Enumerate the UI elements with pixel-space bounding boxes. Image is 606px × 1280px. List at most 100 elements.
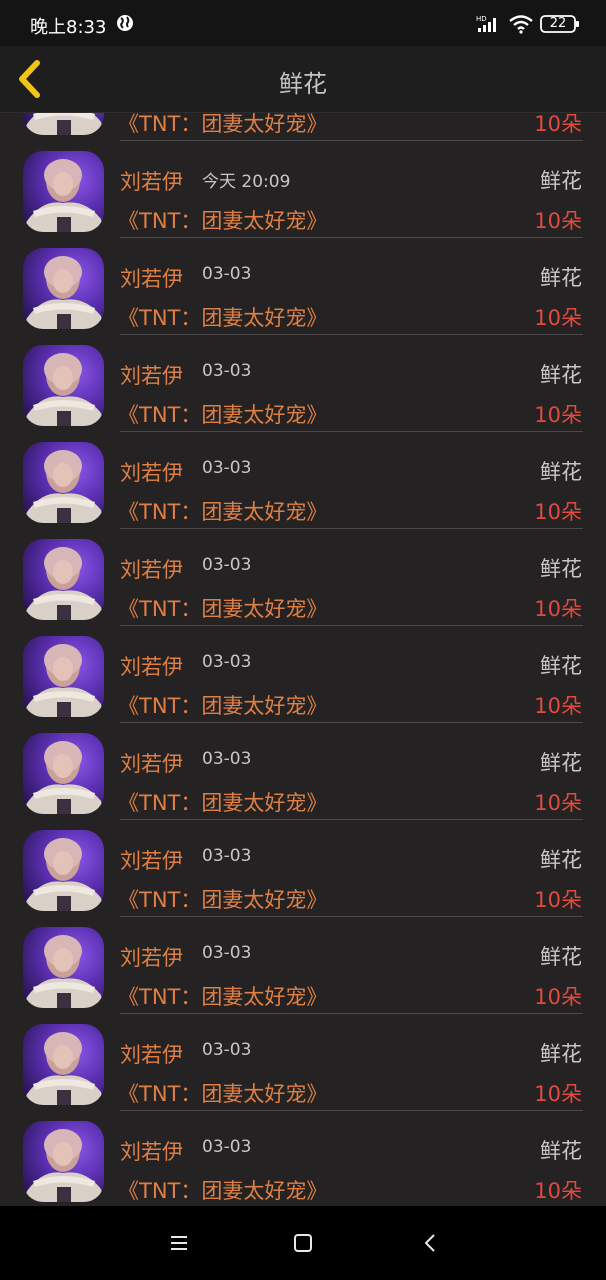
- gift-count: 10朵: [534, 403, 582, 427]
- gift-row[interactable]: 刘若伊 03-03 鲜花 《TNT：团妻太好宠》 10朵: [0, 1015, 606, 1112]
- gift-count: 10朵: [534, 985, 582, 1009]
- gift-row[interactable]: 刘若伊 今天 20:09 鲜花《TNT：团妻太好宠》 10朵: [0, 142, 606, 239]
- row-divider: [120, 1013, 583, 1014]
- avatar[interactable]: [23, 636, 104, 717]
- status-time: 晚上8:33: [30, 17, 107, 38]
- avatar[interactable]: [23, 539, 104, 620]
- gift-count: 10朵: [534, 888, 582, 912]
- row-divider: [120, 140, 583, 141]
- sender-name: 刘若伊: [120, 267, 183, 291]
- gift-date: 03-03: [202, 264, 252, 284]
- row-divider: [120, 1110, 583, 1111]
- gift-row[interactable]: 刘若伊 03-03 鲜花《TNT：团妻太好宠》 10朵: [0, 336, 606, 433]
- row-divider: [120, 625, 583, 626]
- book-title: 《TNT：团妻太好宠》: [118, 1082, 328, 1106]
- row-divider: [120, 237, 583, 238]
- gift-type-label: 鲜花: [540, 945, 582, 969]
- gift-count: 10朵: [534, 1082, 582, 1106]
- sender-name: 刘若伊: [120, 946, 183, 970]
- avatar[interactable]: [23, 248, 104, 329]
- gift-type-label: 鲜花: [540, 169, 582, 193]
- gift-row[interactable]: 刘若伊 03-03 鲜花 《TNT：团妻太好宠》 10朵: [0, 530, 606, 627]
- gift-count: 10朵: [534, 113, 582, 136]
- gift-row[interactable]: 刘若伊 03-03 鲜花 《TNT：团妻太好宠》 10朵: [0, 1112, 606, 1206]
- gift-type-label: 鲜花: [540, 557, 582, 581]
- book-title: 《TNT：团妻太好宠》: [118, 694, 328, 718]
- gift-row[interactable]: 刘若伊 03-03 鲜花《TNT：团妻太好宠》 10朵: [0, 918, 606, 1015]
- avatar[interactable]: [23, 830, 104, 911]
- gift-type-label: 鲜花: [540, 460, 582, 484]
- back-triangle-icon[interactable]: [416, 1228, 446, 1258]
- book-title: 《TNT：团妻太好宠》: [118, 791, 328, 815]
- gift-type-label: 鲜花: [540, 848, 582, 872]
- book-title: 《TNT：团妻太好宠》: [118, 1179, 328, 1203]
- gift-type-label: 鲜花: [540, 1139, 582, 1163]
- gift-type-label: 鲜花: [540, 363, 582, 387]
- gift-count: 10朵: [534, 306, 582, 330]
- row-divider: [120, 431, 583, 432]
- gift-row[interactable]: 刘若伊 03-03 鲜花《TNT：团妻太好宠》 10朵: [0, 239, 606, 336]
- avatar[interactable]: [23, 733, 104, 814]
- gift-row[interactable]: 刘若伊 03-03 鲜花 《TNT：团妻太好宠》 10朵: [0, 724, 606, 821]
- page-title: 鲜花: [279, 70, 327, 98]
- book-title: 《TNT：团妻太好宠》: [118, 888, 328, 912]
- row-divider: [120, 819, 583, 820]
- app-header: 鲜花: [0, 46, 606, 113]
- avatar[interactable]: [23, 345, 104, 426]
- sender-name: 刘若伊: [120, 849, 183, 873]
- sender-name: 刘若伊: [120, 752, 183, 776]
- globe-icon: [117, 15, 133, 31]
- gift-row[interactable]: 刘若伊 03-03 鲜花《TNT：团妻太好宠》 10朵: [0, 627, 606, 724]
- gift-count: 10朵: [534, 209, 582, 233]
- avatar[interactable]: [23, 151, 104, 232]
- hd-signal-icon: HD: [476, 15, 496, 32]
- gift-list: 刘若伊《TNT：团妻太好宠》10朵 刘若伊今天 20:09鲜花《TNT：团妻太好…: [0, 113, 606, 1206]
- gift-count: 10朵: [534, 597, 582, 621]
- gift-count: 10朵: [534, 1179, 582, 1203]
- gift-count: 10朵: [534, 500, 582, 524]
- menu-icon[interactable]: [164, 1228, 194, 1258]
- gift-date: 03-03: [202, 458, 252, 478]
- sender-name: 刘若伊: [120, 655, 183, 679]
- row-divider: [120, 916, 583, 917]
- home-square-icon[interactable]: [288, 1228, 318, 1258]
- gift-date: 03-03: [202, 1040, 252, 1060]
- gift-date: 03-03: [202, 652, 252, 672]
- gift-type-label: 鲜花: [540, 654, 582, 678]
- sender-name: 刘若伊: [120, 1140, 183, 1164]
- gift-date: 03-03: [202, 846, 252, 866]
- sender-name: 刘若伊: [120, 558, 183, 582]
- sender-name: 刘若伊: [120, 364, 183, 388]
- gift-row[interactable]: 刘若伊 03-03 鲜花 《TNT：团妻太好宠》 10朵: [0, 433, 606, 530]
- book-title: 《TNT：团妻太好宠》: [118, 306, 328, 330]
- book-title: 《TNT：团妻太好宠》: [118, 209, 328, 233]
- gift-type-label: 鲜花: [540, 751, 582, 775]
- gift-date: 03-03: [202, 943, 252, 963]
- gift-type-label: 鲜花: [540, 266, 582, 290]
- battery-icon: 22: [540, 14, 580, 34]
- gift-date: 03-03: [202, 749, 252, 769]
- book-title: 《TNT：团妻太好宠》: [118, 403, 328, 427]
- row-divider: [120, 334, 583, 335]
- avatar[interactable]: [23, 113, 104, 135]
- sender-name: 刘若伊: [120, 461, 183, 485]
- book-title: 《TNT：团妻太好宠》: [118, 985, 328, 1009]
- wifi-icon: [509, 15, 533, 34]
- avatar[interactable]: [23, 1121, 104, 1202]
- gift-count: 10朵: [534, 694, 582, 718]
- status-bar: 晚上8:33 HD 22: [0, 0, 606, 46]
- gift-date: 03-03: [202, 361, 252, 381]
- avatar[interactable]: [23, 442, 104, 523]
- row-divider: [120, 528, 583, 529]
- row-divider: [120, 722, 583, 723]
- sender-name: 刘若伊: [120, 170, 183, 194]
- book-title: 《TNT：团妻太好宠》: [118, 597, 328, 621]
- gift-row[interactable]: 刘若伊《TNT：团妻太好宠》10朵: [0, 113, 606, 142]
- gift-date: 今天 20:09: [202, 172, 291, 192]
- book-title: 《TNT：团妻太好宠》: [118, 113, 328, 136]
- system-nav-bar: [0, 1206, 606, 1280]
- avatar[interactable]: [23, 927, 104, 1008]
- sender-name: 刘若伊: [120, 1043, 183, 1067]
- gift-row[interactable]: 刘若伊 03-03 鲜花《TNT：团妻太好宠》 10朵: [0, 821, 606, 918]
- avatar[interactable]: [23, 1024, 104, 1105]
